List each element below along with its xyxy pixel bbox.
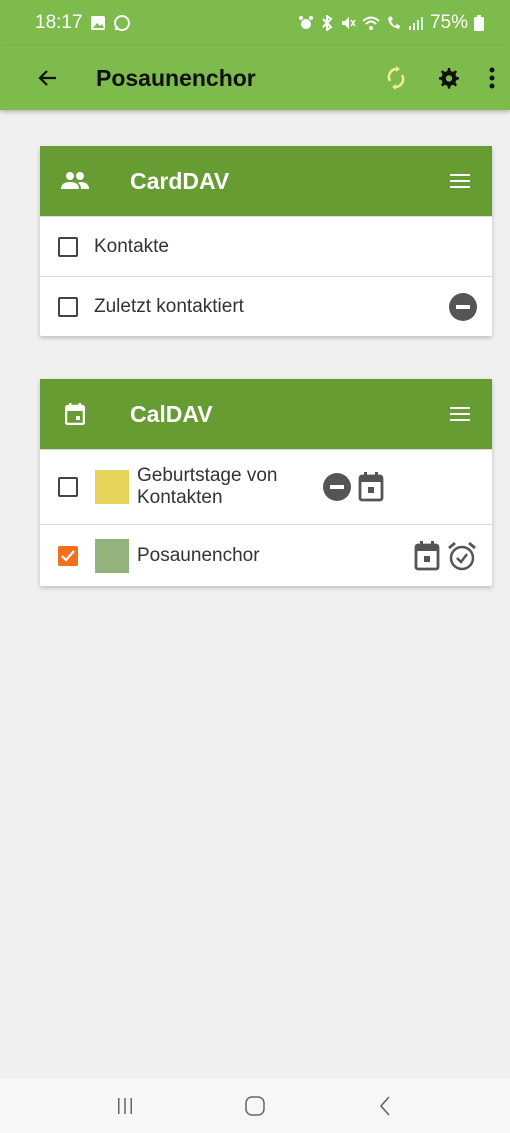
wifi-call-status-icon: [387, 16, 400, 29]
carddav-menu-button[interactable]: [446, 167, 474, 195]
tasks-alarm-icon: [446, 540, 478, 572]
status-time: 18:17: [35, 12, 83, 33]
gallery-notification-icon: [90, 16, 105, 30]
status-left: 18:17: [35, 12, 131, 34]
caldav-header: CalDAV: [40, 379, 492, 449]
posaunenchor-checkbox[interactable]: [58, 545, 78, 566]
bluetooth-status-icon: [322, 15, 333, 31]
row-icons: [322, 472, 384, 502]
alarm-status-icon: [298, 16, 313, 29]
status-bar: 18:17 75%: [0, 0, 510, 46]
collection-row-zuletzt-kontaktiert[interactable]: Zuletzt kontaktiert: [40, 276, 492, 336]
caldav-menu-button[interactable]: [446, 400, 474, 428]
more-vertical-icon: [489, 67, 495, 89]
sync-icon: [387, 66, 405, 90]
calendar-header-icon: [60, 403, 90, 425]
carddav-title: CardDAV: [130, 167, 230, 194]
caldav-title: CalDAV: [130, 400, 213, 427]
read-only-icon: [448, 292, 478, 322]
home-button[interactable]: [225, 1084, 285, 1128]
zuletzt-kontaktiert-checkbox[interactable]: [58, 296, 78, 317]
read-only-icon: [322, 472, 352, 502]
kontakte-checkbox[interactable]: [58, 236, 78, 257]
chevron-left-icon: [379, 1096, 390, 1116]
more-options-button[interactable]: [478, 56, 506, 100]
back-nav-button[interactable]: [355, 1084, 415, 1128]
collection-row-kontakte[interactable]: Kontakte: [40, 216, 492, 276]
hamburger-icon: [450, 174, 470, 188]
signal-status-icon: [408, 17, 423, 30]
contacts-icon: [60, 171, 90, 191]
collection-label: Posaunenchor: [137, 544, 260, 566]
back-button[interactable]: [26, 56, 70, 100]
settings-button[interactable]: [426, 56, 470, 100]
collection-row-geburtstage[interactable]: Geburtstage von Kontakten: [40, 449, 492, 524]
sync-button[interactable]: [374, 56, 418, 100]
collection-label: Geburtstage von Kontakten: [137, 465, 278, 508]
row-icons: [414, 540, 478, 572]
hamburger-icon: [450, 407, 470, 421]
geburtstage-checkbox[interactable]: [58, 477, 78, 497]
calendar-events-icon: [358, 472, 384, 502]
carddav-header: CardDAV: [40, 146, 492, 216]
calendar-color-swatch: [95, 538, 129, 573]
mute-status-icon: [341, 17, 356, 29]
whatsapp-notification-icon: [113, 15, 130, 31]
checkmark-icon: [61, 549, 75, 562]
recent-apps-icon: [118, 1098, 132, 1114]
carddav-card: CardDAV Kontakte Zuletzt kontaktiert: [40, 146, 492, 336]
calendar-events-icon: [414, 540, 440, 571]
battery-percent: 75%: [429, 12, 468, 33]
calendar-color-swatch: [95, 470, 129, 504]
battery-icon: [474, 15, 484, 31]
arrow-left-icon: [38, 70, 56, 86]
collection-row-posaunenchor[interactable]: Posaunenchor: [40, 524, 492, 586]
page-title: Posaunenchor: [96, 64, 256, 91]
caldav-card: CalDAV Geburtstage von Kontakten Posaune…: [40, 379, 492, 586]
gear-icon: [439, 68, 459, 89]
wifi-status-icon: [362, 16, 380, 30]
collection-label: Kontakte: [94, 235, 169, 257]
system-navigation-bar: [0, 1079, 510, 1133]
app-bar: Posaunenchor: [0, 46, 510, 110]
status-right: 75%: [298, 12, 484, 34]
home-icon: [245, 1096, 265, 1116]
collection-label: Zuletzt kontaktiert: [94, 295, 244, 317]
row-icons: [448, 292, 478, 322]
recent-apps-button[interactable]: [95, 1084, 155, 1128]
